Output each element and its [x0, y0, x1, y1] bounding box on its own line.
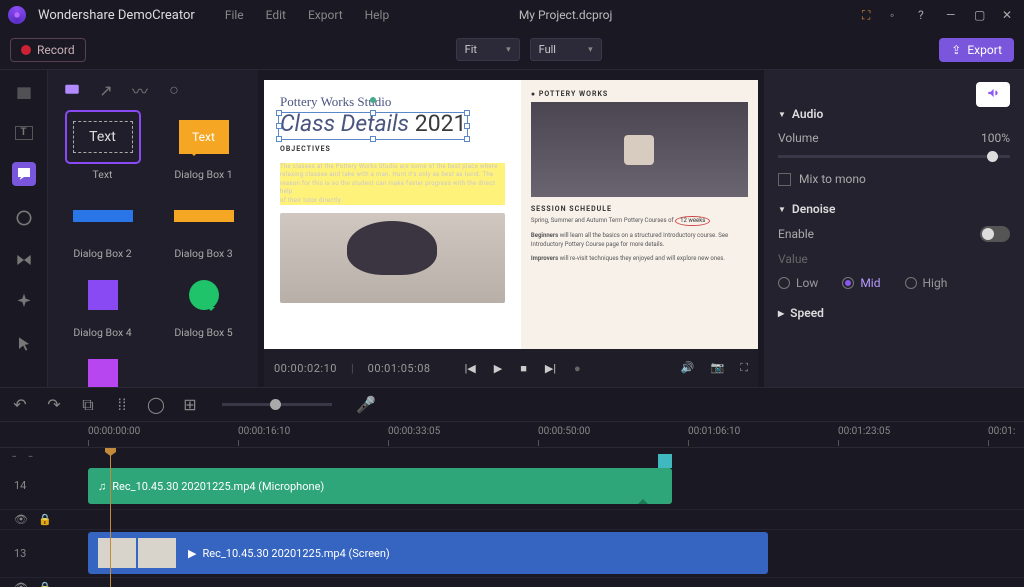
section-denoise[interactable]: ▼Denoise — [778, 202, 1010, 216]
app-name: Wondershare DemoCreator — [38, 8, 195, 23]
canvas-image-potter — [280, 213, 505, 303]
asset-text[interactable]: Text Text — [56, 112, 149, 181]
prev-frame-button[interactable]: |◀ — [465, 362, 476, 375]
section-audio[interactable]: ▼Audio — [778, 107, 1010, 121]
subtab-shape[interactable]: ○ — [164, 80, 184, 100]
export-icon: ⇪ — [951, 43, 961, 57]
denoise-enable-toggle[interactable] — [980, 226, 1010, 242]
asset-dialog-4[interactable]: Dialog Box 4 — [56, 270, 149, 339]
canvas-image-cup — [531, 102, 748, 197]
text-selection-box[interactable] — [278, 112, 468, 140]
section-speed[interactable]: ▶Speed — [778, 306, 1010, 320]
speed-button[interactable]: ⊞ — [182, 397, 198, 413]
audio-tab-button[interactable] — [976, 82, 1010, 107]
cart-icon[interactable]: ⛶ — [862, 8, 876, 22]
track-number: 14 — [14, 479, 26, 492]
maximize-icon[interactable]: ▢ — [974, 8, 988, 22]
fit-dropdown[interactable]: Fit▾ — [456, 38, 520, 61]
redo-button[interactable]: ↷ — [46, 397, 62, 413]
marker-button[interactable]: ◯ — [148, 397, 164, 413]
subtab-caption[interactable] — [62, 80, 82, 100]
fullscreen-icon[interactable]: ⛶ — [740, 361, 748, 375]
chevron-down-icon: ▾ — [506, 45, 511, 55]
volume-knob-icon[interactable]: ● — [574, 362, 581, 375]
tab-annotations[interactable] — [12, 162, 36, 186]
asset-dialog-3[interactable]: Dialog Box 3 — [157, 191, 250, 260]
export-button[interactable]: ⇪ Export — [939, 38, 1014, 62]
asset-dialog-2[interactable]: Dialog Box 2 — [56, 191, 149, 260]
project-title: My Project.dcproj — [281, 8, 850, 22]
tab-cursor[interactable] — [14, 334, 34, 354]
menu-file[interactable]: File — [225, 8, 244, 22]
asset-dialog-1[interactable]: Text Dialog Box 1 — [157, 112, 250, 181]
undo-button[interactable]: ↶ — [12, 397, 28, 413]
record-dot-icon — [21, 45, 31, 55]
total-duration: 00:01:05:08 — [368, 362, 431, 375]
rotate-handle-icon[interactable] — [370, 97, 376, 103]
split-button[interactable]: ⁞⁞ — [114, 397, 130, 413]
stop-button[interactable]: ■ — [520, 362, 527, 375]
subtab-arrow[interactable]: ↗ — [96, 80, 116, 100]
crop-button[interactable]: ⧉ — [80, 397, 96, 413]
asset-dialog-5[interactable]: Dialog Box 5 — [157, 270, 250, 339]
help-icon[interactable]: ? — [918, 8, 932, 22]
video-clip[interactable]: ▶ Rec_10.45.30 20201225.mp4 (Screen) — [88, 532, 768, 574]
snapshot-icon[interactable]: 📷 — [711, 361, 725, 375]
volume-slider[interactable] — [778, 155, 1010, 158]
preview-canvas[interactable]: Pottery Works Studio Class Details 2021 … — [264, 80, 758, 349]
app-logo — [8, 6, 26, 24]
music-note-icon: ♫ — [98, 480, 106, 493]
play-button[interactable]: ▶ — [494, 362, 502, 375]
volume-icon[interactable]: 🔊 — [681, 361, 695, 375]
chevron-down-icon: ▾ — [588, 45, 593, 55]
minimize-icon[interactable]: — — [946, 8, 960, 22]
full-dropdown[interactable]: Full▾ — [530, 38, 602, 61]
film-icon: ▶ — [188, 547, 196, 560]
playhead[interactable] — [110, 448, 111, 587]
tab-stickers[interactable] — [14, 208, 34, 228]
tab-text-t[interactable]: T — [15, 126, 33, 140]
lock-icon[interactable]: 🔒 — [38, 513, 52, 526]
denoise-high-radio[interactable]: High — [905, 276, 948, 290]
eye-icon[interactable]: 👁 — [14, 581, 28, 587]
track-number: 13 — [14, 547, 26, 560]
audio-clip[interactable]: ♫ Rec_10.45.30 20201225.mp4 (Microphone) — [88, 468, 672, 504]
lock-icon[interactable]: 🔒 — [38, 581, 52, 587]
timeline-ruler[interactable]: 00:00:00:00 00:00:16:10 00:00:33:05 00:0… — [88, 422, 1024, 447]
subtab-line[interactable]: 〰 — [130, 80, 150, 100]
mix-to-mono-checkbox[interactable]: Mix to mono — [778, 172, 1010, 186]
eye-icon[interactable]: 👁 — [14, 513, 28, 526]
tab-effects[interactable] — [14, 292, 34, 312]
close-icon[interactable]: ✕ — [1002, 8, 1016, 22]
next-frame-button[interactable]: ▶| — [545, 362, 556, 375]
tab-media[interactable] — [14, 84, 34, 104]
timeline-marker[interactable] — [658, 454, 672, 468]
record-button[interactable]: Record — [10, 38, 86, 62]
zoom-slider[interactable] — [222, 403, 332, 406]
user-icon[interactable]: ◦ — [890, 8, 904, 22]
mic-button[interactable]: 🎤 — [358, 397, 374, 413]
denoise-mid-radio[interactable]: Mid — [842, 276, 880, 290]
asset-dialog-6[interactable] — [56, 349, 149, 387]
denoise-low-radio[interactable]: Low — [778, 276, 818, 290]
current-time: 00:00:02:10 — [274, 362, 337, 375]
tab-transitions[interactable] — [14, 250, 34, 270]
volume-value: 100% — [981, 131, 1010, 145]
